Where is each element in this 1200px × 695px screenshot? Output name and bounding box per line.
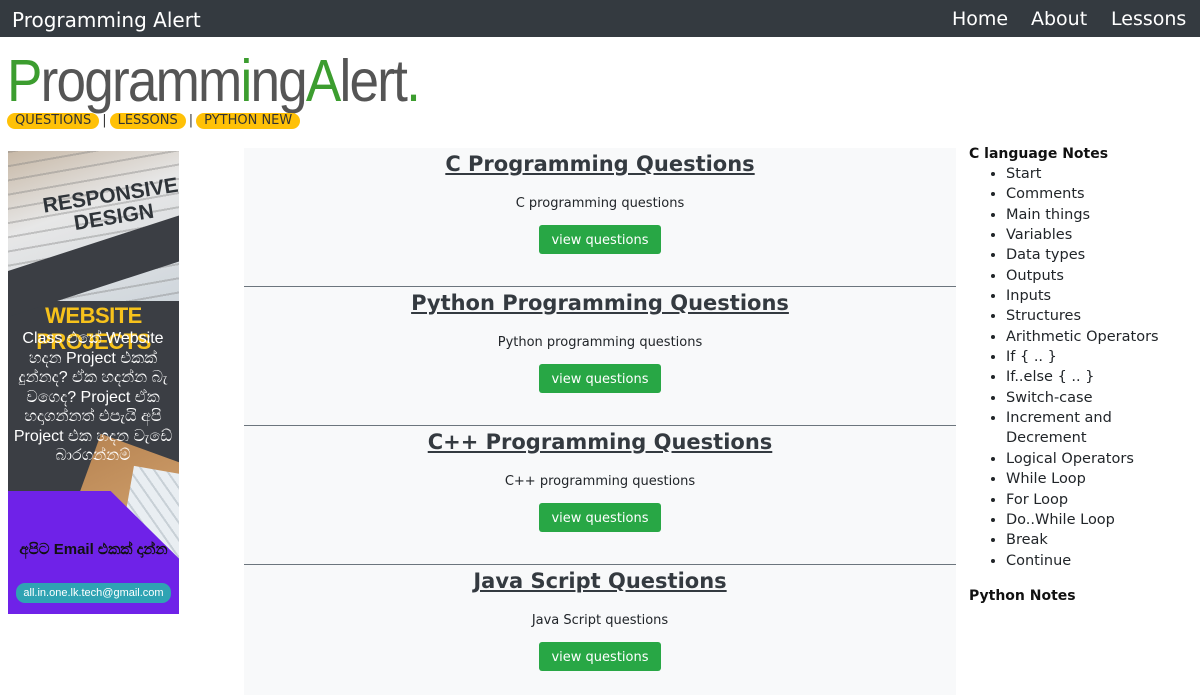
sidebar-item-break[interactable]: Break <box>1006 530 1194 550</box>
sidebar-item-for-loop[interactable]: For Loop <box>1006 490 1194 510</box>
sidebar-item-main-things[interactable]: Main things <box>1006 205 1194 225</box>
sidebar-heading-python-notes: Python Notes <box>969 588 1076 604</box>
sidebar-item-do-while-loop[interactable]: Do..While Loop <box>1006 510 1194 530</box>
nav-home-link[interactable]: Home <box>952 8 1008 30</box>
tag-lessons[interactable]: LESSONS <box>109 113 186 129</box>
logo-part-lert: lert <box>339 48 408 114</box>
ad-body-text: Class එකේ Website හදන Project එකක් දුන්න… <box>13 330 173 464</box>
sidebar-item-data-types[interactable]: Data types <box>1006 245 1194 265</box>
website-projects-ad[interactable]: RESPONSIVE DESIGN WEBSITE PROJECTS Class … <box>8 151 179 614</box>
card-description: C++ programming questions <box>504 474 696 489</box>
card-title-link[interactable]: Java Script Questions <box>244 569 956 593</box>
sidebar-item-if[interactable]: If { .. } <box>1006 347 1194 367</box>
logo-dot: . <box>406 48 421 114</box>
sidebar-item-variables[interactable]: Variables <box>1006 225 1194 245</box>
logo-letter-i: i <box>240 48 252 114</box>
view-questions-button[interactable]: view questions <box>539 364 661 393</box>
sidebar-item-if-else[interactable]: If..else { .. } <box>1006 367 1194 387</box>
sidebar-item-start[interactable]: Start <box>1006 164 1194 184</box>
view-questions-button[interactable]: view questions <box>539 225 661 254</box>
tag-separator: | <box>188 113 194 128</box>
logo-letter-p: P <box>7 48 42 114</box>
nav-about-link[interactable]: About <box>1031 8 1087 30</box>
question-card: C++ Programming Questions C++ programmin… <box>244 426 956 565</box>
c-notes-list: Start Comments Main things Variables Dat… <box>969 164 1194 571</box>
sidebar-item-outputs[interactable]: Outputs <box>1006 266 1194 286</box>
sidebar-item-logical-operators[interactable]: Logical Operators <box>1006 449 1194 469</box>
card-description: Java Script questions <box>531 613 669 628</box>
nav-lessons-link[interactable]: Lessons <box>1111 8 1186 30</box>
card-title-link[interactable]: C++ Programming Questions <box>244 430 956 454</box>
site-logo[interactable]: ProgrammingAlert. <box>7 48 421 114</box>
ad-email-prompt: අපිට Email එකක් දාන්න <box>19 541 168 558</box>
view-questions-button[interactable]: view questions <box>539 503 661 532</box>
tag-separator: | <box>102 113 107 128</box>
sidebar-item-comments[interactable]: Comments <box>1006 184 1194 204</box>
top-navbar: Programming Alert Home About Lessons <box>0 0 1200 37</box>
sidebar-item-structures[interactable]: Structures <box>1006 306 1194 326</box>
logo-letter-a: A <box>305 48 341 114</box>
notes-sidebar: C language Notes Start Comments Main thi… <box>969 146 1194 604</box>
question-card: C Programming Questions C programming qu… <box>244 148 956 287</box>
card-description: C programming questions <box>515 196 685 211</box>
question-card: Java Script Questions Java Script questi… <box>244 565 956 695</box>
tag-questions[interactable]: QUESTIONS <box>7 113 100 129</box>
logo-part-ng: ng <box>250 48 307 114</box>
logo-part-rogramm: rogramm <box>40 48 243 114</box>
view-questions-button[interactable]: view questions <box>539 642 661 671</box>
question-cards: C Programming Questions C programming qu… <box>244 148 956 695</box>
sidebar-item-inputs[interactable]: Inputs <box>1006 286 1194 306</box>
sidebar-item-continue[interactable]: Continue <box>1006 551 1194 571</box>
navbar-brand[interactable]: Programming Alert <box>12 8 201 32</box>
card-title-link[interactable]: C Programming Questions <box>244 152 956 176</box>
sidebar-item-increment-decrement[interactable]: Increment and Decrement <box>1006 408 1194 449</box>
sidebar-heading-c-notes: C language Notes <box>969 146 1109 162</box>
sidebar-item-switch-case[interactable]: Switch-case <box>1006 388 1194 408</box>
tag-python-new[interactable]: PYTHON NEW <box>196 113 301 129</box>
card-title-link[interactable]: Python Programming Questions <box>244 291 956 315</box>
ad-email-address[interactable]: all.in.one.lk.tech@gmail.com <box>16 583 171 603</box>
question-card: Python Programming Questions Python prog… <box>244 287 956 426</box>
card-description: Python programming questions <box>497 335 703 350</box>
category-tags: QUESTIONS | LESSONS | PYTHON NEW <box>7 113 301 129</box>
sidebar-item-arithmetic-operators[interactable]: Arithmetic Operators <box>1006 327 1194 347</box>
sidebar-item-while-loop[interactable]: While Loop <box>1006 469 1194 489</box>
